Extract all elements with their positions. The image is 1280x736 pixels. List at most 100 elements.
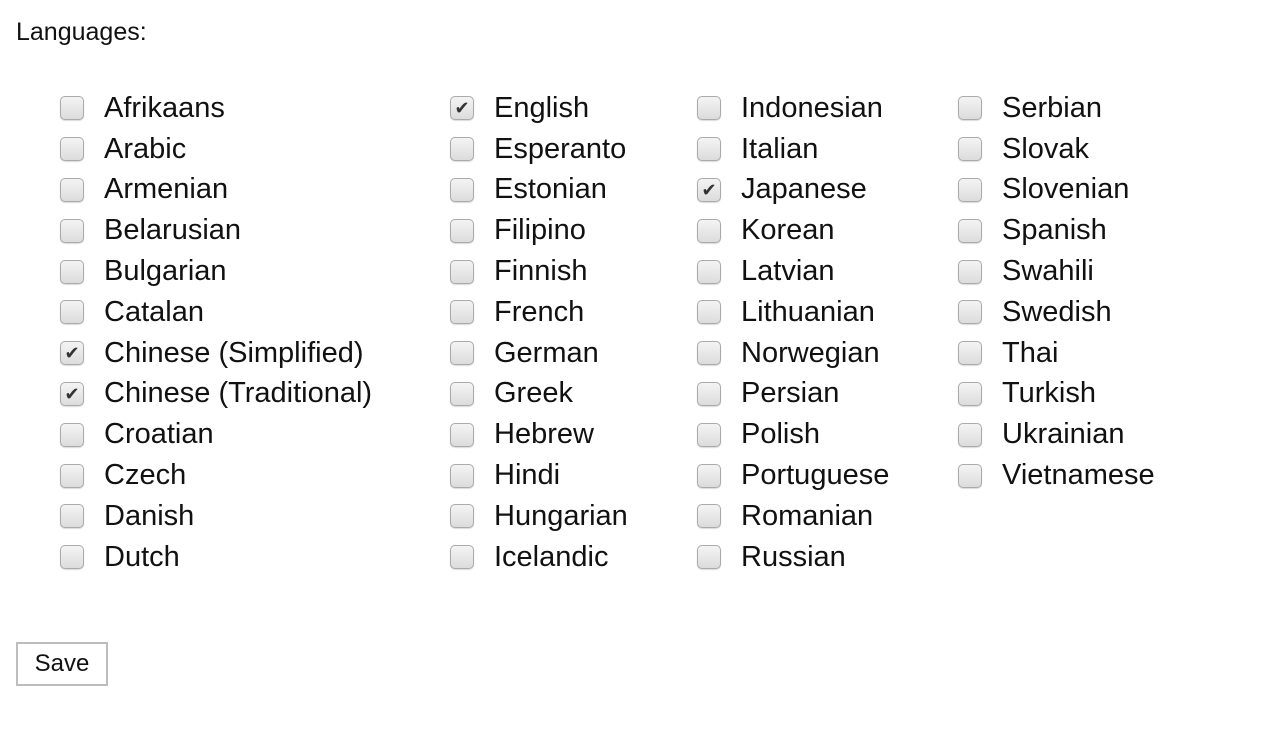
checkbox[interactable] — [958, 381, 982, 406]
language-option[interactable]: French — [450, 292, 628, 333]
language-label: Lithuanian — [741, 295, 875, 328]
checkbox[interactable] — [60, 218, 84, 243]
checkbox[interactable] — [697, 422, 721, 447]
checkbox[interactable] — [958, 300, 982, 325]
checkbox[interactable] — [60, 177, 84, 202]
checkbox[interactable] — [60, 545, 84, 570]
language-option[interactable]: Russian — [697, 537, 889, 578]
language-option[interactable]: Slovak — [958, 129, 1155, 170]
checkbox[interactable] — [697, 137, 721, 162]
checkbox[interactable] — [697, 259, 721, 284]
language-option[interactable]: Swahili — [958, 251, 1155, 292]
checkbox[interactable] — [958, 463, 982, 488]
checkbox[interactable] — [60, 300, 84, 325]
checkbox[interactable] — [958, 137, 982, 162]
checkbox[interactable] — [450, 259, 474, 284]
language-option[interactable]: Portuguese — [697, 455, 889, 496]
language-option[interactable]: Icelandic — [450, 537, 628, 578]
checkbox[interactable] — [697, 381, 721, 406]
checkbox[interactable] — [450, 545, 474, 570]
checkbox[interactable] — [958, 422, 982, 447]
checkbox[interactable] — [697, 96, 721, 121]
checkbox-checked[interactable]: ✔ — [60, 341, 84, 366]
checkbox[interactable] — [450, 218, 474, 243]
checkbox[interactable] — [60, 463, 84, 488]
checkbox[interactable] — [958, 259, 982, 284]
language-option[interactable]: Romanian — [697, 496, 889, 537]
checkbox[interactable] — [450, 381, 474, 406]
language-option[interactable]: Hungarian — [450, 496, 628, 537]
checkmark-icon: ✔ — [454, 98, 470, 119]
language-option[interactable]: ✔ English — [450, 88, 628, 129]
language-option[interactable]: Serbian — [958, 88, 1155, 129]
checkbox[interactable] — [60, 137, 84, 162]
language-option[interactable]: Czech — [60, 455, 372, 496]
language-option[interactable]: Thai — [958, 333, 1155, 374]
checkbox[interactable] — [697, 341, 721, 366]
language-option[interactable]: Hebrew — [450, 414, 628, 455]
checkbox[interactable] — [450, 300, 474, 325]
language-option[interactable]: Esperanto — [450, 129, 628, 170]
language-label: Hindi — [494, 459, 561, 492]
language-option[interactable]: Italian — [697, 129, 889, 170]
checkbox-checked[interactable]: ✔ — [697, 177, 721, 202]
language-option[interactable]: Swedish — [958, 292, 1155, 333]
language-option[interactable]: Catalan — [60, 292, 372, 333]
checkbox[interactable] — [697, 218, 721, 243]
language-label: Bulgarian — [104, 255, 227, 288]
checkbox[interactable] — [450, 504, 474, 529]
language-column-1: Afrikaans Arabic Armenian Belarusian Bulgari… — [60, 88, 372, 578]
language-option[interactable]: Danish — [60, 496, 372, 537]
language-option[interactable]: Indonesian — [697, 88, 889, 129]
language-option[interactable]: Croatian — [60, 414, 372, 455]
checkbox[interactable] — [697, 545, 721, 570]
language-option[interactable]: Afrikaans — [60, 88, 372, 129]
save-button[interactable]: Save — [16, 642, 108, 686]
language-option[interactable]: Dutch — [60, 537, 372, 578]
checkbox[interactable] — [697, 463, 721, 488]
language-option[interactable]: ✔ Japanese — [697, 170, 889, 211]
language-option[interactable]: ✔ Chinese (Simplified) — [60, 333, 372, 374]
checkbox[interactable] — [60, 422, 84, 447]
language-option[interactable]: Latvian — [697, 251, 889, 292]
language-option[interactable]: Belarusian — [60, 210, 372, 251]
language-option[interactable]: Norwegian — [697, 333, 889, 374]
language-option[interactable]: Armenian — [60, 170, 372, 211]
language-option[interactable]: Hindi — [450, 455, 628, 496]
checkbox-checked[interactable]: ✔ — [60, 381, 84, 406]
language-option[interactable]: Korean — [697, 210, 889, 251]
language-option[interactable]: Vietnamese — [958, 455, 1155, 496]
checkbox[interactable] — [697, 300, 721, 325]
language-option[interactable]: Persian — [697, 374, 889, 415]
checkbox[interactable] — [958, 218, 982, 243]
checkbox[interactable] — [60, 259, 84, 284]
language-option[interactable]: ✔ Chinese (Traditional) — [60, 374, 372, 415]
language-option[interactable]: Turkish — [958, 374, 1155, 415]
language-option[interactable]: Bulgarian — [60, 251, 372, 292]
language-option[interactable]: German — [450, 333, 628, 374]
language-option[interactable]: Ukrainian — [958, 414, 1155, 455]
language-option[interactable]: Estonian — [450, 170, 628, 211]
language-option[interactable]: Lithuanian — [697, 292, 889, 333]
checkbox[interactable] — [958, 341, 982, 366]
checkbox[interactable] — [60, 96, 84, 121]
checkbox[interactable] — [450, 341, 474, 366]
checkbox-checked[interactable]: ✔ — [450, 96, 474, 121]
language-option[interactable]: Arabic — [60, 129, 372, 170]
checkbox[interactable] — [697, 504, 721, 529]
checkbox[interactable] — [450, 422, 474, 447]
checkbox[interactable] — [60, 504, 84, 529]
language-option[interactable]: Filipino — [450, 210, 628, 251]
language-option[interactable]: Polish — [697, 414, 889, 455]
checkbox[interactable] — [958, 96, 982, 121]
language-label: Danish — [104, 499, 195, 532]
language-option[interactable]: Greek — [450, 374, 628, 415]
checkbox[interactable] — [450, 463, 474, 488]
language-option[interactable]: Spanish — [958, 210, 1155, 251]
language-option[interactable]: Slovenian — [958, 170, 1155, 211]
checkbox[interactable] — [450, 177, 474, 202]
language-label: Arabic — [104, 132, 187, 165]
checkbox[interactable] — [958, 177, 982, 202]
checkbox[interactable] — [450, 137, 474, 162]
language-option[interactable]: Finnish — [450, 251, 628, 292]
